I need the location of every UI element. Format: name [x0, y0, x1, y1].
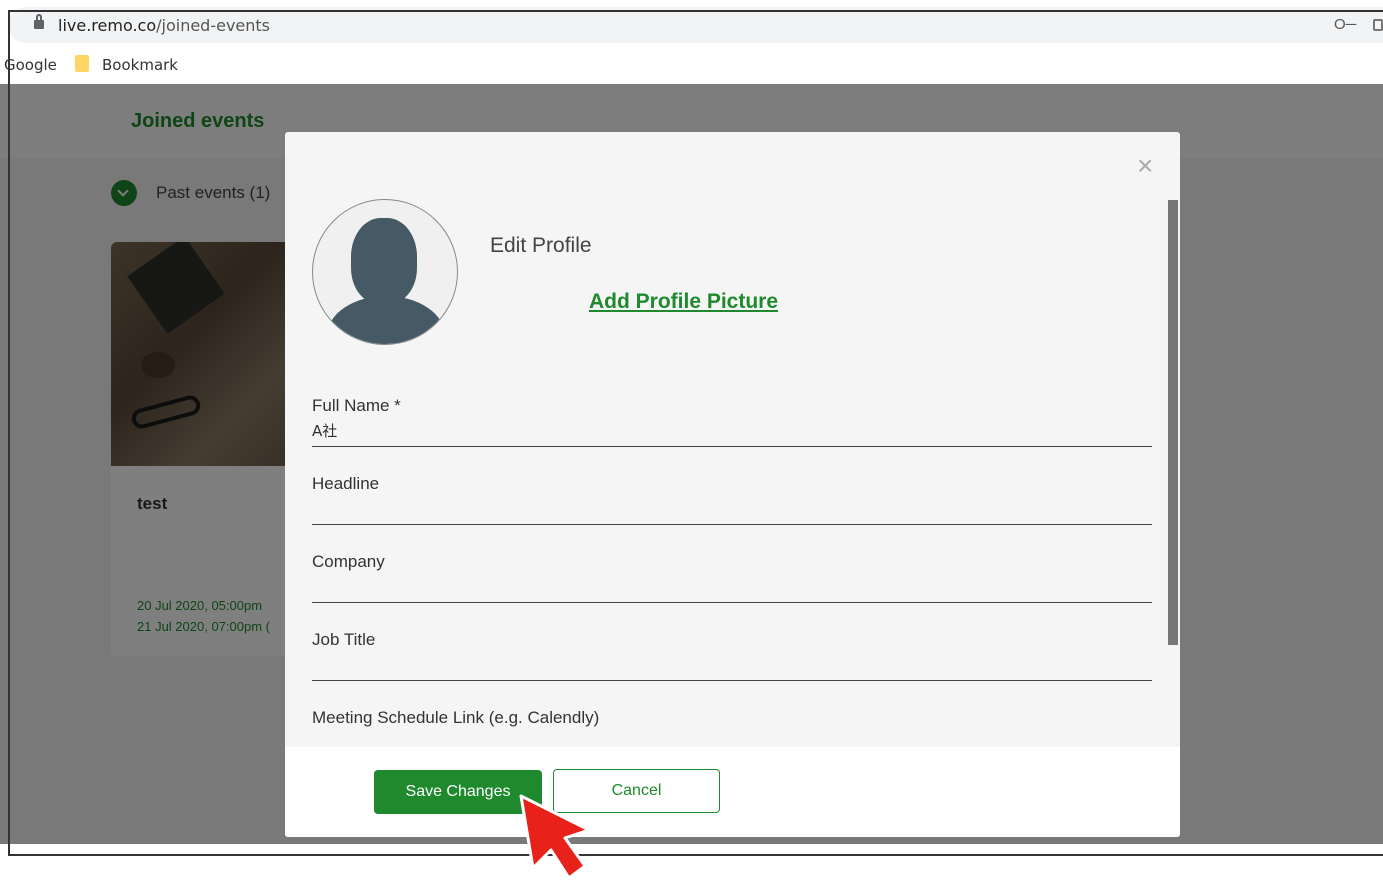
modal-title: Edit Profile [490, 234, 592, 257]
job-title-label: Job Title [312, 630, 376, 649]
avatar-head [351, 218, 417, 304]
full-name-field[interactable]: Full Name * A社 [312, 396, 1152, 447]
meeting-link-label: Meeting Schedule Link (e.g. Calendly) [312, 708, 600, 727]
full-name-label: Full Name * [312, 396, 401, 415]
headline-label: Headline [312, 474, 380, 493]
modal-scrollbar[interactable] [1168, 200, 1178, 645]
add-profile-picture-link[interactable]: Add Profile Picture [589, 290, 778, 314]
avatar-placeholder-icon [312, 199, 458, 345]
full-name-value[interactable]: A社 [312, 420, 337, 441]
avatar-body [327, 296, 445, 344]
headline-field[interactable]: Headline [312, 474, 1152, 525]
company-label: Company [312, 552, 385, 571]
close-icon[interactable]: × [1137, 152, 1153, 180]
job-title-field[interactable]: Job Title [312, 630, 1152, 681]
pointer-arrow-icon [519, 794, 591, 880]
company-field[interactable]: Company [312, 552, 1152, 603]
edit-profile-modal: × Edit Profile Add Profile Picture Full … [285, 132, 1180, 837]
modal-footer: Save Changes Cancel [285, 747, 1180, 837]
